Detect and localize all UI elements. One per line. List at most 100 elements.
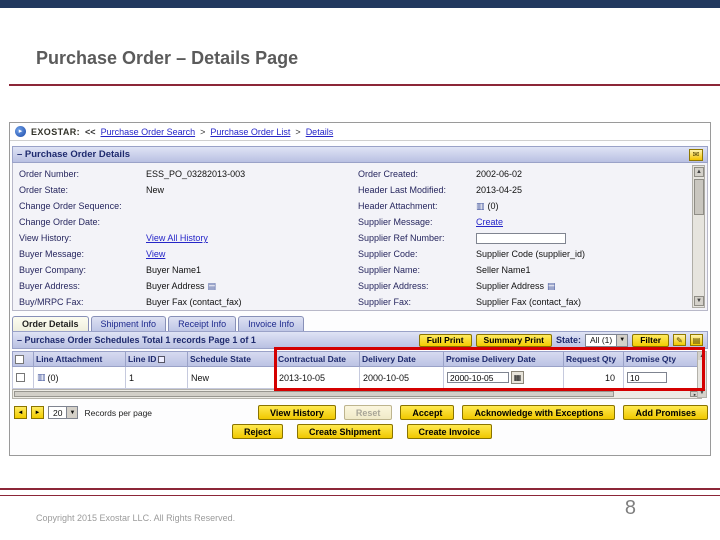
field-value: (0) (487, 201, 499, 211)
scroll-up-icon[interactable]: ▲ (698, 352, 706, 360)
field-value: ESS_PO_03282013-003 (146, 169, 246, 179)
col-promise-qty: Promise Qty (624, 351, 702, 367)
line-id-info-icon[interactable] (158, 355, 166, 363)
col-contractual-date: Contractual Date (276, 351, 360, 367)
table-vertical-scrollbar[interactable]: ▲ ▼ (697, 351, 707, 398)
supplier-ref-number-input[interactable] (476, 232, 566, 244)
view-all-history-link[interactable]: View All History (146, 233, 208, 243)
attachment-icon[interactable]: ▥ (476, 201, 485, 211)
accept-button[interactable]: Accept (400, 405, 455, 420)
back-link[interactable]: << (85, 127, 96, 137)
field-value: Supplier Code (supplier_id) (476, 249, 586, 259)
breadcrumb-link-search[interactable]: Purchase Order Search (101, 127, 196, 137)
field-row-supplier-code: Supplier Code: Supplier Code (supplier_i… (358, 246, 689, 262)
field-row-order-state: Order State: New (19, 182, 350, 198)
field-value: 2002-06-02 (476, 169, 523, 179)
field-row-order-created: Order Created: 2002-06-02 (358, 166, 689, 182)
scroll-down-icon[interactable]: ▼ (694, 296, 704, 306)
buyer-message-view-link[interactable]: View (146, 249, 165, 259)
row-checkbox[interactable] (16, 373, 25, 382)
field-label: Header Last Modified: (358, 185, 447, 195)
field-label: Supplier Name: (358, 265, 421, 275)
field-label: Supplier Fax: (358, 297, 412, 307)
field-label: Order Created: (358, 169, 419, 179)
page-size-value: 20 (53, 407, 63, 418)
tab-shipment-info[interactable]: Shipment Info (90, 316, 167, 331)
promise-qty-input[interactable] (627, 372, 667, 383)
breadcrumb-link-list[interactable]: Purchase Order List (210, 127, 290, 137)
next-page-button[interactable]: ► (31, 406, 44, 419)
field-label: Change Order Date: (19, 217, 101, 227)
col-promise-delivery-date: Promise Delivery Date (444, 351, 564, 367)
chevron-down-icon[interactable]: ▼ (66, 407, 78, 418)
field-label: Supplier Ref Number: (358, 233, 445, 243)
copyright-text: Copyright 2015 Exostar LLC. All Rights R… (36, 513, 236, 523)
field-label: Supplier Message: (358, 217, 433, 227)
prev-page-button[interactable]: ◄ (14, 406, 27, 419)
scrollbar-thumb[interactable] (694, 179, 704, 215)
address-card-icon[interactable]: ▤ (208, 281, 217, 291)
field-label: View History: (19, 233, 72, 243)
cell-promise-delivery-date: ▦ (444, 367, 564, 389)
table-header-row: Line Attachment Line ID Schedule State C… (12, 351, 702, 367)
details-right-column: Order Created: 2002-06-02 Header Last Mo… (358, 166, 689, 310)
chevron-down-icon[interactable]: ▼ (616, 334, 628, 346)
create-invoice-button[interactable]: Create Invoice (406, 424, 493, 439)
field-label: Header Attachment: (358, 201, 438, 211)
hscrollbar-thumb[interactable] (14, 391, 614, 397)
page-size-select[interactable]: 20 ▼ (48, 406, 79, 419)
supplier-message-create-link[interactable]: Create (476, 217, 503, 227)
tab-order-details[interactable]: Order Details (12, 316, 89, 331)
field-row-change-order-date: Change Order Date: (19, 214, 350, 230)
tab-receipt-info[interactable]: Receipt Info (168, 316, 237, 331)
create-shipment-button[interactable]: Create Shipment (297, 424, 393, 439)
edit-icon[interactable]: ✎ (673, 334, 686, 346)
add-promises-button[interactable]: Add Promises (623, 405, 708, 420)
slide: Purchase Order – Details Page ▸ EXOSTAR:… (0, 0, 720, 540)
address-card-icon[interactable]: ▤ (547, 281, 556, 291)
field-label: Buyer Address: (19, 281, 81, 291)
field-row-buyer-address: Buyer Address: Buyer Address ▤ (19, 278, 350, 294)
calendar-icon[interactable]: ▦ (511, 371, 524, 384)
state-select-value: All (1) (590, 335, 613, 345)
exostar-logo-icon: ▸ (15, 126, 26, 137)
attachment-icon[interactable]: ▥ (37, 373, 46, 382)
summary-print-button[interactable]: Summary Print (475, 333, 552, 347)
table-horizontal-scrollbar[interactable]: ► (12, 389, 702, 399)
col-schedule-state: Schedule State (188, 351, 276, 367)
scroll-up-icon[interactable]: ▲ (694, 167, 704, 177)
field-value: Supplier Address (476, 281, 545, 291)
reset-button[interactable]: Reset (343, 405, 393, 420)
tab-invoice-info[interactable]: Invoice Info (238, 316, 305, 331)
table-row: ▥ (0) 1 New 2013-10-05 2000-10-05 ▦ 10 (12, 367, 702, 389)
export-icon[interactable]: ✉ (689, 148, 703, 161)
field-value: Buyer Name1 (146, 265, 202, 275)
details-scrollbar[interactable]: ▲ ▼ (692, 165, 705, 308)
cell-contractual-date: 2013-10-05 (276, 367, 360, 389)
field-value: New (146, 185, 165, 195)
reject-button[interactable]: Reject (232, 424, 284, 439)
records-per-page-label: Records per page (84, 407, 153, 418)
header-checkbox-icon[interactable] (15, 354, 24, 364)
field-value: 2013-04-25 (476, 185, 523, 195)
field-row-supplier-address: Supplier Address: Supplier Address ▤ (358, 278, 689, 294)
state-label: State: (556, 335, 582, 345)
breadcrumb-link-details[interactable]: Details (306, 127, 334, 137)
grid-icon[interactable]: ▤ (690, 334, 703, 346)
filter-button[interactable]: Filter (632, 333, 669, 347)
details-panel-title: – Purchase Order Details (17, 149, 130, 160)
acknowledge-with-exceptions-button[interactable]: Acknowledge with Exceptions (462, 405, 616, 420)
field-value: Seller Name1 (476, 265, 531, 275)
cell-line-attachment: ▥ (0) (34, 367, 126, 389)
field-value: Buyer Address (146, 281, 205, 291)
promise-delivery-date-input[interactable] (447, 372, 509, 383)
view-history-button[interactable]: View History (258, 405, 336, 420)
field-row-buyer-fax: Buy/MRPC Fax: Buyer Fax (contact_fax) (19, 294, 350, 310)
details-fields: Order Number: ESS_PO_03282013-003 Order … (12, 163, 708, 311)
full-print-button[interactable]: Full Print (418, 333, 472, 347)
schedules-title: – Purchase Order Schedules Total 1 recor… (17, 335, 256, 345)
state-select[interactable]: All (1) ▼ (585, 333, 629, 347)
field-row-order-number: Order Number: ESS_PO_03282013-003 (19, 166, 350, 182)
field-value: Buyer Fax (contact_fax) (146, 297, 242, 307)
scroll-down-icon[interactable]: ▼ (698, 389, 706, 397)
